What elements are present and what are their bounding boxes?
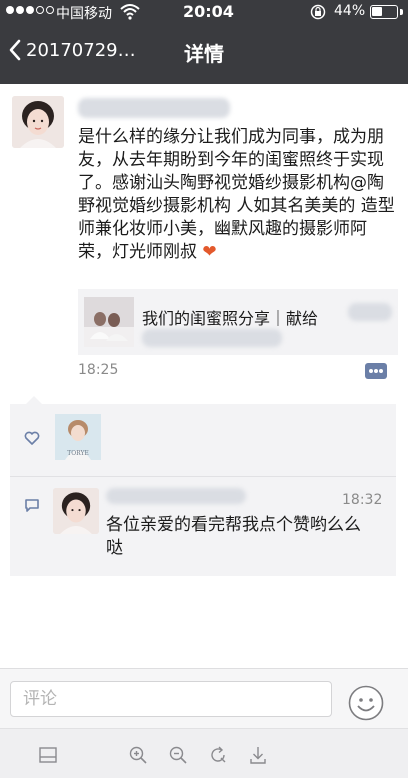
liker-avatar[interactable]: TORYE [55, 414, 101, 460]
shared-link-card[interactable]: 我们的闺蜜照分享｜献给 [78, 289, 398, 355]
battery-icon [370, 5, 398, 19]
rotation-lock-icon [310, 4, 326, 20]
carrier-name: 中国移动 [56, 6, 112, 22]
battery-tip [400, 9, 403, 15]
wifi-icon [120, 4, 140, 20]
post-body: 是什么样的缘分让我们成为同事，成为朋友，从去年期盼到今年的闺蜜照终于实现了。感谢… [78, 127, 395, 262]
page-title: 详情 [184, 42, 224, 66]
nav-bar: 20170729… 详情 [0, 24, 408, 84]
battery-level-fill [372, 7, 382, 16]
shared-link-title: 我们的闺蜜照分享｜献给 [142, 309, 319, 328]
liker-avatar-brand: TORYE [67, 450, 89, 457]
shared-link-title-redacted-2 [142, 329, 282, 347]
battery-percent: 44% [334, 3, 366, 19]
author-name-redacted [78, 98, 230, 118]
portrait-image [12, 96, 64, 148]
status-time: 20:04 [183, 2, 234, 21]
commenter-name-redacted [106, 488, 246, 504]
panel-arrow [26, 396, 42, 404]
top-bar: 中国移动 20:04 44% 20170729… 详情 [0, 0, 408, 84]
comment-input-bar: 评论 [0, 668, 408, 728]
emoji-button[interactable] [348, 685, 384, 721]
shared-link-title-redacted [348, 303, 392, 321]
feedback-panel: TORYE 18:32 各位亲爱的看完帮我点个赞哟么么哒 [10, 404, 396, 576]
zoom-out-icon[interactable] [168, 745, 188, 765]
moment-detail-screen: 中国移动 20:04 44% 20170729… 详情 是什么样的缘分让我们成为… [0, 0, 408, 778]
heart-outline-icon [24, 431, 40, 445]
status-bar: 中国移动 20:04 44% [0, 0, 408, 24]
comment-input[interactable]: 评论 [10, 681, 332, 717]
more-actions-button[interactable] [365, 363, 387, 379]
bottom-toolbar [0, 728, 408, 778]
post-time: 18:25 [78, 362, 119, 378]
rotate-icon[interactable] [208, 745, 228, 765]
download-icon[interactable] [248, 745, 268, 765]
heart-emoji-icon: ❤ [202, 242, 217, 262]
shared-link-thumbnail [84, 297, 134, 347]
comment-text: 各位亲爱的看完帮我点个赞哟么么哒 [106, 515, 361, 558]
post-text: 是什么样的缘分让我们成为同事，成为朋友，从去年期盼到今年的闺蜜照终于实现了。感谢… [78, 126, 398, 264]
comment-time: 18:32 [342, 492, 383, 508]
author-avatar[interactable] [12, 96, 64, 148]
comment-icon [25, 499, 39, 512]
commenter-avatar[interactable] [53, 488, 99, 534]
layout-icon[interactable] [38, 745, 58, 765]
panel-divider [10, 476, 396, 477]
signal-strength-icon [6, 6, 54, 14]
zoom-in-icon[interactable] [128, 745, 148, 765]
